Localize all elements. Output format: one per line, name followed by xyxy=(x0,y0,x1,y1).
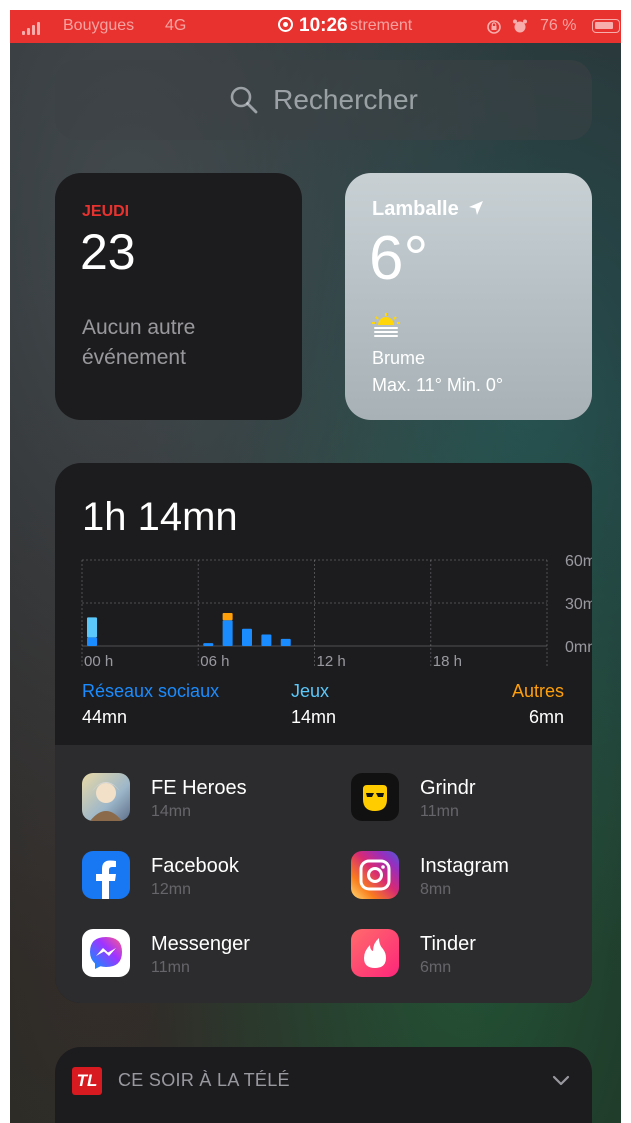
weather-high-low: Max. 11° Min. 0° xyxy=(372,375,504,395)
search-placeholder: Rechercher xyxy=(273,84,418,115)
category-games-label: Jeux xyxy=(291,681,330,701)
bar-0 xyxy=(87,637,97,646)
screen-record-icon xyxy=(278,17,293,32)
weather-widget[interactable]: Lamballe 6° Brume Max. 11° Min. 0° xyxy=(345,173,592,420)
chevron-down-icon[interactable] xyxy=(550,1069,572,1091)
app-name: Grindr xyxy=(420,777,476,799)
bar-0 xyxy=(242,628,252,646)
signal-icon xyxy=(22,21,44,35)
app-time: 14mn xyxy=(151,803,192,820)
app-usage-list: FE Heroes 14mn Grindr 11mn Facebook 12mn… xyxy=(55,745,592,1003)
alarm-icon xyxy=(513,19,527,33)
instagram-icon xyxy=(351,851,399,899)
tele-loisirs-logo: TL xyxy=(72,1067,102,1095)
bar-0 xyxy=(222,620,233,646)
tinder-icon xyxy=(351,929,399,977)
screen-time-widget[interactable]: 1h 14mn 60mn30mn0mn00 h06 h12 h18 h Rése… xyxy=(55,463,592,1003)
y-tick-label: 0mn xyxy=(565,639,592,656)
bar-2 xyxy=(222,613,233,621)
x-tick-label: 12 h xyxy=(317,653,346,670)
fog-sun-icon xyxy=(372,313,400,337)
usage-chart: 60mn 30mn 0mn 00 h 06 h 12 h 18 h xyxy=(81,553,592,670)
recording-label: strement xyxy=(350,17,413,34)
search-field[interactable]: Rechercher xyxy=(55,60,592,140)
app-row-facebook[interactable]: Facebook 12mn xyxy=(82,851,342,911)
battery-percent: 76 % xyxy=(540,17,577,34)
app-time: 11mn xyxy=(420,803,459,820)
app-time: 8mn xyxy=(420,881,452,898)
status-clock[interactable]: 10:26 xyxy=(278,15,348,37)
weather-temperature: 6° xyxy=(369,224,429,293)
clock-time: 10:26 xyxy=(299,15,348,36)
bar-0 xyxy=(203,643,214,646)
app-row-tinder[interactable]: Tinder 6mn xyxy=(351,929,592,989)
bar-0 xyxy=(261,634,272,646)
app-row-instagram[interactable]: Instagram 8mn xyxy=(351,851,592,911)
weather-condition: Brume xyxy=(372,348,426,368)
app-row-grindr[interactable]: Grindr 11mn xyxy=(351,773,592,833)
search-icon xyxy=(230,86,258,114)
calendar-day: 23 xyxy=(80,224,136,280)
app-name: Tinder xyxy=(420,933,476,955)
facebook-icon xyxy=(82,851,130,899)
category-other-label: Autres xyxy=(511,681,564,701)
app-name: Facebook xyxy=(151,855,239,877)
category-games-value: 14mn xyxy=(291,707,337,727)
x-tick-label: 06 h xyxy=(200,653,229,670)
x-tick-label: 00 h xyxy=(84,653,113,670)
tv-tonight-widget[interactable]: TL CE SOIR À LA TÉLÉ xyxy=(55,1047,592,1123)
calendar-widget[interactable]: JEUDI 23 Aucun autre événement xyxy=(55,173,302,420)
status-bar: Bouygues 4G strement 10:26 76 % xyxy=(10,10,621,43)
app-name: Messenger xyxy=(151,933,250,955)
app-name: FE Heroes xyxy=(151,777,247,799)
location-arrow-icon xyxy=(469,201,484,215)
network-label: 4G xyxy=(165,17,187,34)
calendar-events: Aucun autre événement xyxy=(82,316,196,369)
category-other-value: 6mn xyxy=(528,707,564,727)
orientation-lock-icon xyxy=(487,20,501,34)
app-row-messenger[interactable]: Messenger 11mn xyxy=(82,929,342,989)
app-time: 12mn xyxy=(151,881,192,898)
grindr-icon xyxy=(351,773,399,821)
app-name: Instagram xyxy=(420,855,509,877)
app-time: 11mn xyxy=(151,959,190,976)
y-tick-label: 30mn xyxy=(565,596,592,613)
tv-widget-title: CE SOIR À LA TÉLÉ xyxy=(118,1070,290,1090)
y-tick-label: 60mn xyxy=(565,553,592,570)
calendar-weekday: JEUDI xyxy=(82,203,130,220)
today-view: Bouygues 4G strement 10:26 76 % Recherch… xyxy=(10,10,621,1123)
bar-1 xyxy=(87,617,97,638)
category-social-value: 44mn xyxy=(82,707,128,727)
messenger-icon xyxy=(82,929,130,977)
carrier-label: Bouygues xyxy=(63,17,135,34)
bar-0 xyxy=(280,638,291,646)
app-row-fe-heroes[interactable]: FE Heroes 14mn xyxy=(82,773,342,833)
weather-city-name: Lamballe xyxy=(372,198,459,220)
app-time: 6mn xyxy=(420,959,452,976)
battery-icon xyxy=(592,19,620,33)
fe-heroes-icon xyxy=(82,773,130,821)
category-social-label: Réseaux sociaux xyxy=(82,681,220,701)
x-tick-label: 18 h xyxy=(433,653,462,670)
weather-city: Lamballe xyxy=(372,198,484,221)
